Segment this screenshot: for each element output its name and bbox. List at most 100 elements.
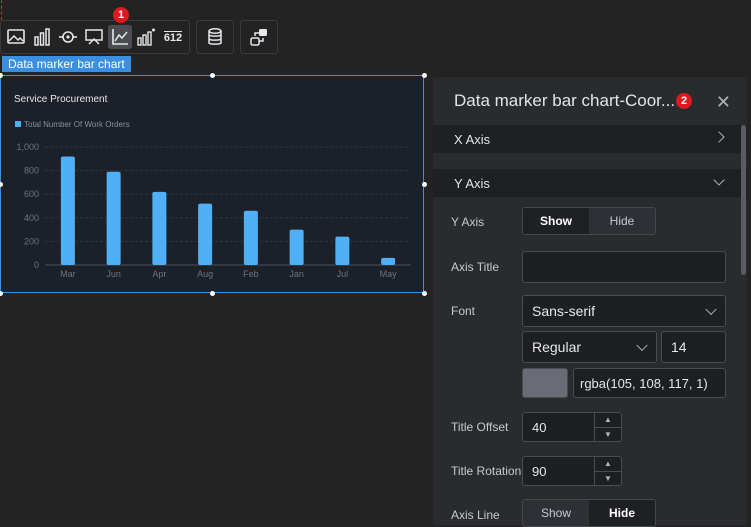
title-offset-label: Title Offset bbox=[451, 420, 509, 434]
legend-swatch bbox=[15, 121, 21, 127]
stepper-up-icon[interactable]: ▲ bbox=[595, 413, 621, 428]
bar-number-icon bbox=[137, 28, 155, 46]
counter-icon: 612 bbox=[163, 30, 183, 44]
gauge-button[interactable] bbox=[56, 25, 80, 49]
x-axis-section[interactable]: X Axis bbox=[433, 125, 747, 153]
counter-button[interactable]: 612 bbox=[160, 25, 186, 49]
title-rotation-label: Title Rotation bbox=[451, 464, 522, 478]
x-tick-label: Feb bbox=[243, 269, 259, 279]
panel-title: Data marker bar chart-Coor... bbox=[454, 91, 676, 110]
x-tick-label: May bbox=[380, 269, 398, 279]
bar-chart-button[interactable] bbox=[30, 25, 54, 49]
link-icon bbox=[250, 29, 267, 46]
title-offset-stepper: ▲ ▼ bbox=[594, 413, 621, 441]
stepper-down-icon[interactable]: ▼ bbox=[595, 472, 621, 486]
bar bbox=[198, 203, 213, 265]
x-tick-label: Apr bbox=[152, 269, 166, 279]
y-tick-label: 400 bbox=[24, 213, 39, 223]
y-axis-section-label: Y Axis bbox=[454, 175, 490, 191]
bar bbox=[335, 236, 350, 265]
bar bbox=[152, 191, 167, 265]
title-rotation-input[interactable]: 90 ▲ ▼ bbox=[522, 456, 622, 486]
chart-title: Service Procurement bbox=[14, 94, 108, 105]
x-axis-section-label: X Axis bbox=[454, 131, 491, 147]
toolbar: 1 612 bbox=[0, 7, 284, 54]
stepper-up-icon[interactable]: ▲ bbox=[595, 457, 621, 472]
resize-handle-br[interactable] bbox=[422, 291, 427, 296]
y-axis-show-option[interactable]: Show bbox=[523, 208, 589, 234]
font-color-input[interactable]: rgba(105, 108, 117, 1) bbox=[573, 368, 726, 398]
font-weight-select[interactable]: Regular bbox=[522, 331, 657, 363]
title-offset-input[interactable]: 40 ▲ ▼ bbox=[522, 412, 622, 442]
image-button[interactable] bbox=[4, 25, 28, 49]
font-family-select[interactable]: Sans-serif bbox=[522, 295, 726, 327]
database-button[interactable] bbox=[200, 25, 230, 49]
map-button[interactable] bbox=[82, 25, 106, 49]
chevron-down-icon bbox=[636, 339, 648, 352]
bar bbox=[289, 229, 304, 265]
resize-handle-tr[interactable] bbox=[422, 73, 427, 78]
database-icon bbox=[208, 28, 222, 45]
y-tick-label: 0 bbox=[34, 260, 39, 270]
font-family-value: Sans-serif bbox=[532, 303, 596, 319]
gauge-icon bbox=[59, 31, 77, 43]
chart-component[interactable]: Service Procurement Total Number Of Work… bbox=[0, 73, 427, 296]
y-axis-toggle: Show Hide bbox=[522, 207, 656, 235]
font-size-input[interactable]: 14 bbox=[661, 331, 726, 363]
axis-line-label: Axis Line bbox=[451, 508, 500, 522]
x-tick-label: Mar bbox=[60, 269, 76, 279]
chevron-down-icon bbox=[705, 303, 717, 316]
counter-text: 612 bbox=[163, 31, 183, 44]
guide-line bbox=[1, 0, 2, 20]
resize-handle-bl[interactable] bbox=[0, 291, 3, 296]
y-tick-label: 1,000 bbox=[16, 142, 39, 152]
bar-chart-icon bbox=[34, 28, 50, 46]
coordinate-icon bbox=[112, 29, 128, 45]
axis-title-input[interactable] bbox=[522, 251, 726, 283]
y-tick-label: 600 bbox=[24, 189, 39, 199]
resize-handle-bottom[interactable] bbox=[210, 291, 215, 296]
title-offset-value: 40 bbox=[532, 419, 547, 435]
panel-header: Data marker bar chart-Coor... 2 ✕ bbox=[433, 77, 747, 125]
axis-line-toggle: Show Hide bbox=[522, 499, 656, 527]
axis-line-hide-option[interactable]: Hide bbox=[589, 500, 655, 526]
resize-handle-top[interactable] bbox=[210, 73, 215, 78]
settings-panel: Data marker bar chart-Coor... 2 ✕ X Axis… bbox=[433, 77, 747, 527]
y-tick-label: 200 bbox=[24, 236, 39, 246]
stepper-down-icon[interactable]: ▼ bbox=[595, 428, 621, 442]
bar-chart: Service Procurement Total Number Of Work… bbox=[14, 94, 411, 279]
font-label: Font bbox=[451, 304, 476, 318]
close-icon[interactable]: ✕ bbox=[716, 92, 731, 113]
axis-line-show-option[interactable]: Show bbox=[523, 500, 589, 526]
bar bbox=[243, 210, 258, 265]
bar bbox=[381, 257, 396, 265]
chevron-right-icon bbox=[713, 131, 725, 143]
chevron-down-icon bbox=[713, 174, 725, 186]
grid-layer: 0 200 400 600 800 1,000 bbox=[16, 142, 411, 270]
resize-handle-right[interactable] bbox=[422, 182, 427, 187]
x-tick-label: Jan bbox=[289, 269, 304, 279]
bar-number-button[interactable] bbox=[134, 25, 158, 49]
bar bbox=[106, 171, 121, 265]
x-tick-label: Aug bbox=[197, 269, 213, 279]
legend-label: Total Number Of Work Orders bbox=[24, 120, 130, 129]
chart-name-tag[interactable]: Data marker bar chart bbox=[2, 56, 131, 72]
step-badge-2: 2 bbox=[676, 93, 692, 109]
link-button[interactable] bbox=[244, 25, 274, 49]
axis-title-label: Axis Title bbox=[451, 260, 500, 274]
y-axis-label: Y Axis bbox=[451, 215, 485, 229]
x-tick-label: Jul bbox=[337, 269, 349, 279]
font-color-swatch[interactable] bbox=[522, 368, 568, 398]
step-badge-1: 1 bbox=[113, 7, 129, 23]
y-tick-label: 800 bbox=[24, 166, 39, 176]
coordinate-button[interactable]: 1 bbox=[108, 7, 132, 49]
title-rotation-stepper: ▲ ▼ bbox=[594, 457, 621, 485]
y-axis-section[interactable]: Y Axis bbox=[433, 169, 747, 197]
link-group bbox=[240, 20, 278, 54]
y-axis-hide-option[interactable]: Hide bbox=[589, 208, 655, 234]
data-group bbox=[196, 20, 234, 54]
scrollbar[interactable] bbox=[741, 125, 746, 275]
title-rotation-value: 90 bbox=[532, 463, 547, 479]
image-icon bbox=[7, 29, 25, 44]
component-group: 1 612 bbox=[0, 7, 190, 54]
